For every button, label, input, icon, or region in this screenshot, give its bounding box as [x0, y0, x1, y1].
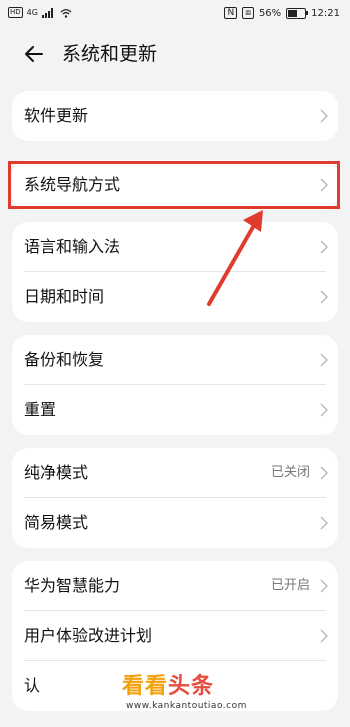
- signal-icon: [41, 7, 56, 18]
- chevron-right-icon: [320, 579, 328, 593]
- settings-item-value: 已开启: [270, 578, 310, 593]
- settings-item-huawei-smart[interactable]: 华为智慧能力 已开启: [12, 561, 338, 611]
- status-bar: HD 4G N ⧈ 56% 12:21: [0, 0, 350, 28]
- settings-item-label: 华为智慧能力: [24, 576, 121, 595]
- hd-badge: HD: [8, 7, 23, 18]
- chevron-right-icon: [320, 109, 328, 123]
- settings-item-backup-restore[interactable]: 备份和恢复: [12, 335, 338, 385]
- chevron-right-icon: [320, 403, 328, 417]
- wifi-icon: [60, 8, 72, 18]
- settings-item-simple-mode[interactable]: 简易模式: [12, 498, 338, 548]
- battery-icon: [286, 7, 309, 19]
- chevron-right-icon: [320, 290, 328, 304]
- app-header: 系统和更新: [0, 36, 350, 72]
- battery-percent: 56%: [258, 7, 282, 19]
- settings-item-label: 认: [24, 676, 41, 695]
- chevron-right-icon: [320, 240, 328, 254]
- settings-item-software-update[interactable]: 软件更新: [12, 91, 338, 141]
- settings-item-value: 已关闭: [270, 465, 310, 480]
- settings-group-4: 备份和恢复 重置: [12, 335, 338, 435]
- settings-item-label: 纯净模式: [24, 463, 89, 482]
- settings-item-label: 备份和恢复: [24, 350, 105, 369]
- status-bar-left: HD 4G: [8, 7, 72, 18]
- page-title: 系统和更新: [62, 43, 158, 65]
- chevron-right-icon: [320, 466, 328, 480]
- settings-item-reset[interactable]: 重置: [12, 385, 338, 435]
- chevron-right-icon: [320, 353, 328, 367]
- settings-item-pure-mode[interactable]: 纯净模式 已关闭: [12, 448, 338, 498]
- settings-group-5: 纯净模式 已关闭 简易模式: [12, 448, 338, 548]
- vibrate-icon: ⧈: [242, 7, 254, 19]
- settings-item-label: 简易模式: [24, 513, 89, 532]
- nfc-icon: N: [224, 7, 238, 19]
- highlight-box: [8, 161, 340, 209]
- watermark-title: 看看头条: [122, 674, 215, 699]
- settings-item-language-input[interactable]: 语言和输入法: [12, 222, 338, 272]
- chevron-right-icon: [320, 629, 328, 643]
- settings-group-1: 软件更新: [12, 91, 338, 141]
- network-type: 4G: [26, 8, 38, 17]
- settings-item-label: 用户体验改进计划: [24, 626, 153, 645]
- settings-item-date-time[interactable]: 日期和时间: [12, 272, 338, 322]
- settings-item-label: 重置: [24, 400, 57, 419]
- settings-group-3: 语言和输入法 日期和时间: [12, 222, 338, 322]
- settings-item-label: 语言和输入法: [24, 237, 121, 256]
- chevron-right-icon: [320, 516, 328, 530]
- settings-item-ux-improvement[interactable]: 用户体验改进计划: [12, 611, 338, 661]
- arrow-left-icon[interactable]: [22, 42, 46, 66]
- clock: 12:21: [311, 7, 340, 19]
- status-bar-right: N ⧈ 56% 12:21: [224, 7, 340, 19]
- settings-item-label: 日期和时间: [24, 287, 105, 306]
- watermark-url: www.kankantoutiao.com: [126, 701, 247, 711]
- settings-item-label: 软件更新: [24, 106, 89, 125]
- watermark-logo: 看看头条 www.kankantoutiao.com: [122, 672, 272, 720]
- annotation-arrow-icon: [207, 210, 263, 306]
